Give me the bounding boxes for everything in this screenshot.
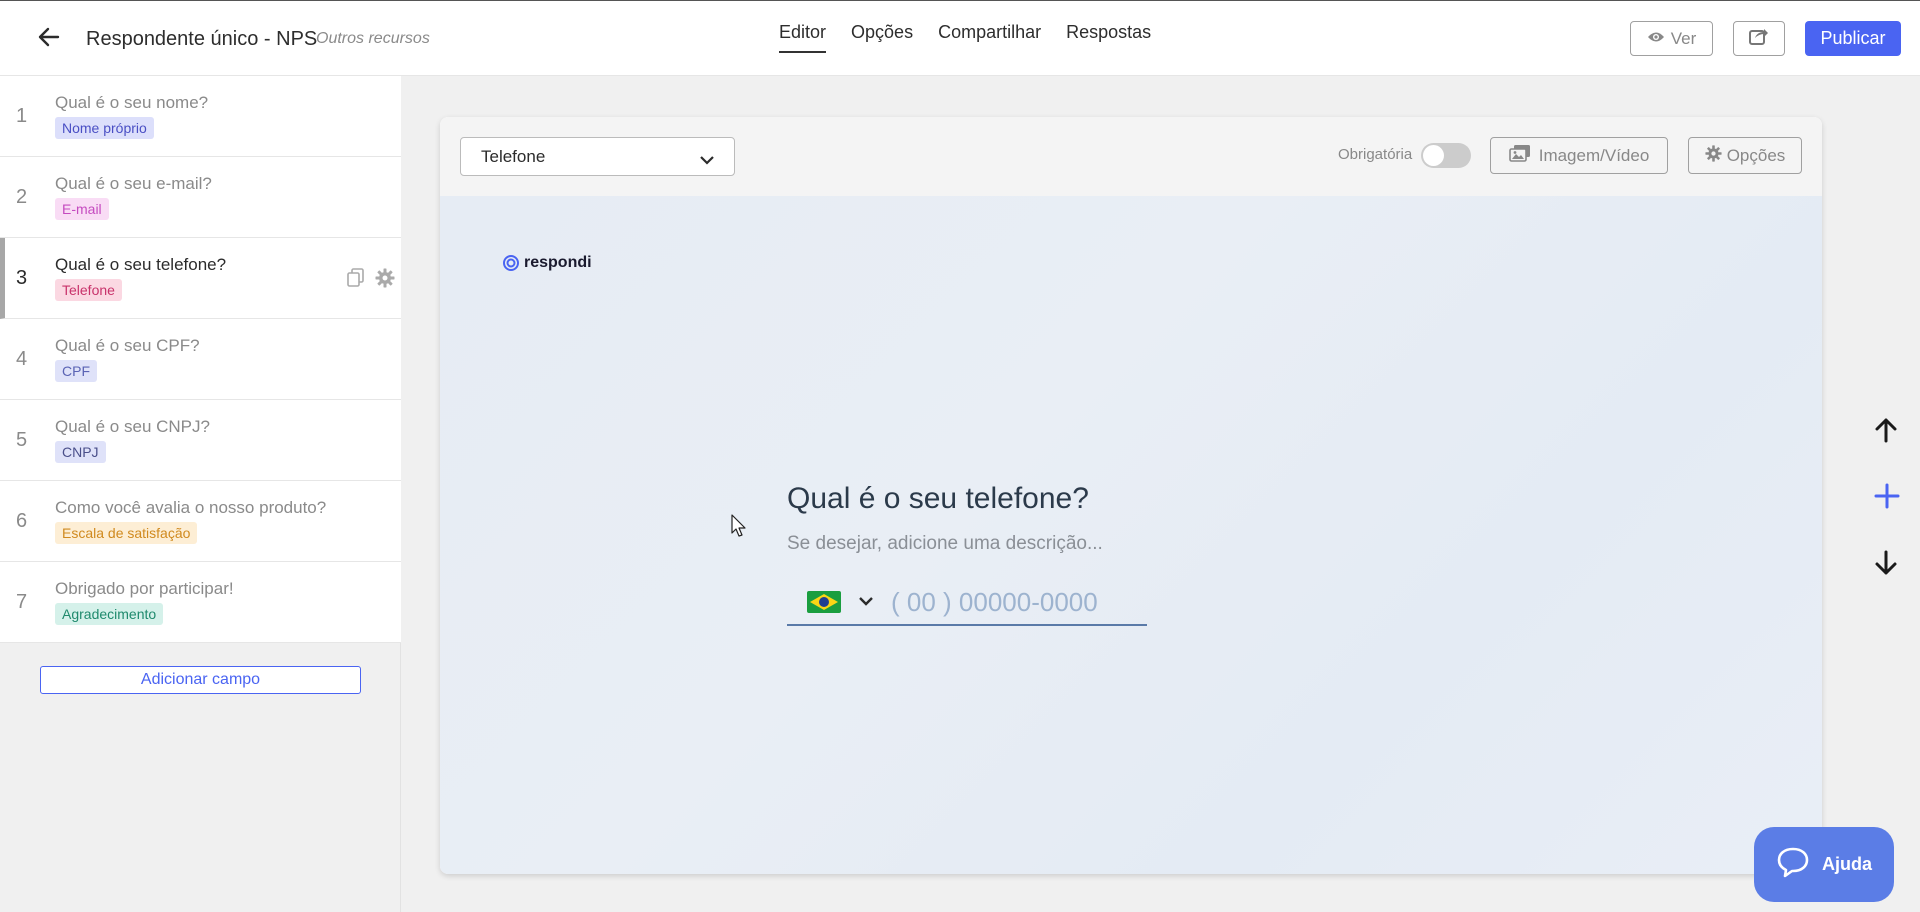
question-number: 1 bbox=[16, 105, 28, 127]
image-video-label: Imagem/Vídeo bbox=[1538, 145, 1650, 165]
question-item-5[interactable]: 5 Qual é o seu CNPJ? CNPJ bbox=[0, 400, 401, 481]
question-number: 2 bbox=[16, 186, 28, 208]
question-number: 7 bbox=[16, 591, 28, 613]
top-bar: Respondente único - NPS Outros recursos … bbox=[0, 0, 1920, 76]
tab-opcoes[interactable]: Opções bbox=[851, 1, 913, 53]
question-type-badge: E-mail bbox=[55, 198, 109, 220]
images-icon bbox=[1508, 144, 1531, 167]
question-options-label: Opções bbox=[1726, 145, 1786, 165]
phone-field: ( 00 ) 00000-0000 bbox=[787, 580, 1147, 626]
tab-compartilhar[interactable]: Compartilhar bbox=[938, 1, 1041, 53]
question-type-badge: Nome próprio bbox=[55, 117, 154, 139]
gear-icon bbox=[1705, 144, 1722, 167]
editor-card: Telefone Obrigatória Imagem/Vídeo Opções… bbox=[440, 117, 1822, 874]
toggle-knob bbox=[1423, 145, 1444, 166]
question-text: Qual é o seu e-mail? bbox=[55, 174, 212, 193]
question-item-1[interactable]: 1 Qual é o seu nome? Nome próprio bbox=[0, 76, 401, 157]
question-item-2[interactable]: 2 Qual é o seu e-mail? E-mail bbox=[0, 157, 401, 238]
question-item-7[interactable]: 7 Obrigado por participar! Agradecimento bbox=[0, 562, 401, 643]
question-type-badge: CPF bbox=[55, 360, 97, 382]
question-number: 5 bbox=[16, 429, 28, 451]
question-type-value: Telefone bbox=[481, 147, 546, 166]
eye-icon bbox=[1647, 29, 1665, 49]
question-type-badge: Escala de satisfação bbox=[55, 522, 198, 544]
image-video-button[interactable]: Imagem/Vídeo bbox=[1490, 137, 1668, 174]
view-button-label: Ver bbox=[1670, 28, 1697, 48]
chevron-down-icon[interactable] bbox=[859, 593, 873, 611]
question-number: 4 bbox=[16, 348, 28, 370]
question-text: Como você avalia o nosso produto? bbox=[55, 498, 327, 517]
gear-icon[interactable] bbox=[375, 268, 395, 293]
share-button[interactable] bbox=[1733, 21, 1785, 56]
back-arrow-icon[interactable] bbox=[38, 27, 66, 51]
question-item-4[interactable]: 4 Qual é o seu CPF? CPF bbox=[0, 319, 401, 400]
help-button[interactable]: Ajuda bbox=[1754, 827, 1894, 902]
preview-question-title[interactable]: Qual é o seu telefone? bbox=[787, 482, 1089, 516]
add-question-icon[interactable] bbox=[1873, 482, 1901, 515]
question-text: Qual é o seu nome? bbox=[55, 93, 209, 112]
question-number: 6 bbox=[16, 510, 28, 532]
question-type-badge: CNPJ bbox=[55, 441, 106, 463]
question-text: Qual é o seu CNPJ? bbox=[55, 417, 210, 436]
view-button[interactable]: Ver bbox=[1630, 21, 1713, 56]
share-icon bbox=[1749, 27, 1769, 50]
form-subtitle[interactable]: Outros recursos bbox=[316, 30, 430, 48]
tab-respostas[interactable]: Respostas bbox=[1066, 1, 1151, 53]
preview-description-placeholder[interactable]: Se desejar, adicione uma descrição... bbox=[787, 533, 1103, 555]
publish-button[interactable]: Publicar bbox=[1805, 21, 1901, 56]
arrow-down-icon[interactable] bbox=[1872, 549, 1900, 582]
question-item-6[interactable]: 6 Como você avalia o nosso produto? Esca… bbox=[0, 481, 401, 562]
question-actions bbox=[347, 268, 395, 293]
tab-editor[interactable]: Editor bbox=[779, 1, 827, 53]
duplicate-icon[interactable] bbox=[347, 268, 365, 293]
main-tabs: Editor Opções Compartilhar Respostas bbox=[779, 1, 1176, 77]
question-text: Qual é o seu telefone? bbox=[55, 255, 227, 274]
question-toolbar: Telefone Obrigatória Imagem/Vídeo Opções bbox=[440, 117, 1822, 196]
question-type-badge: Telefone bbox=[55, 279, 122, 301]
brazil-flag-icon[interactable] bbox=[807, 591, 841, 613]
respondi-logo: respondi bbox=[502, 254, 592, 272]
mouse-cursor-icon bbox=[731, 514, 747, 543]
question-item-3[interactable]: 3 Qual é o seu telefone? Telefone bbox=[0, 238, 401, 319]
question-sidebar: 1 Qual é o seu nome? Nome próprio 2 Qual… bbox=[0, 76, 401, 912]
arrow-up-icon[interactable] bbox=[1872, 416, 1900, 449]
phone-input[interactable]: ( 00 ) 00000-0000 bbox=[891, 587, 1131, 618]
required-toggle[interactable] bbox=[1421, 143, 1471, 168]
required-label: Obrigatória bbox=[1338, 146, 1413, 163]
help-label: Ajuda bbox=[1821, 854, 1872, 874]
form-title[interactable]: Respondente único - NPS bbox=[86, 28, 317, 51]
question-options-button[interactable]: Opções bbox=[1688, 137, 1802, 174]
question-preview: respondi Qual é o seu telefone? Se desej… bbox=[440, 196, 1822, 874]
chevron-down-icon bbox=[700, 150, 714, 170]
question-text: Qual é o seu CPF? bbox=[55, 336, 200, 355]
add-field-button[interactable]: Adicionar campo bbox=[40, 666, 361, 694]
question-number: 3 bbox=[16, 267, 28, 289]
question-text: Obrigado por participar! bbox=[55, 579, 234, 598]
chat-bubble-icon bbox=[1776, 846, 1810, 883]
question-type-badge: Agradecimento bbox=[55, 603, 164, 625]
question-type-select[interactable]: Telefone bbox=[460, 137, 735, 176]
logo-text: respondi bbox=[524, 254, 592, 271]
